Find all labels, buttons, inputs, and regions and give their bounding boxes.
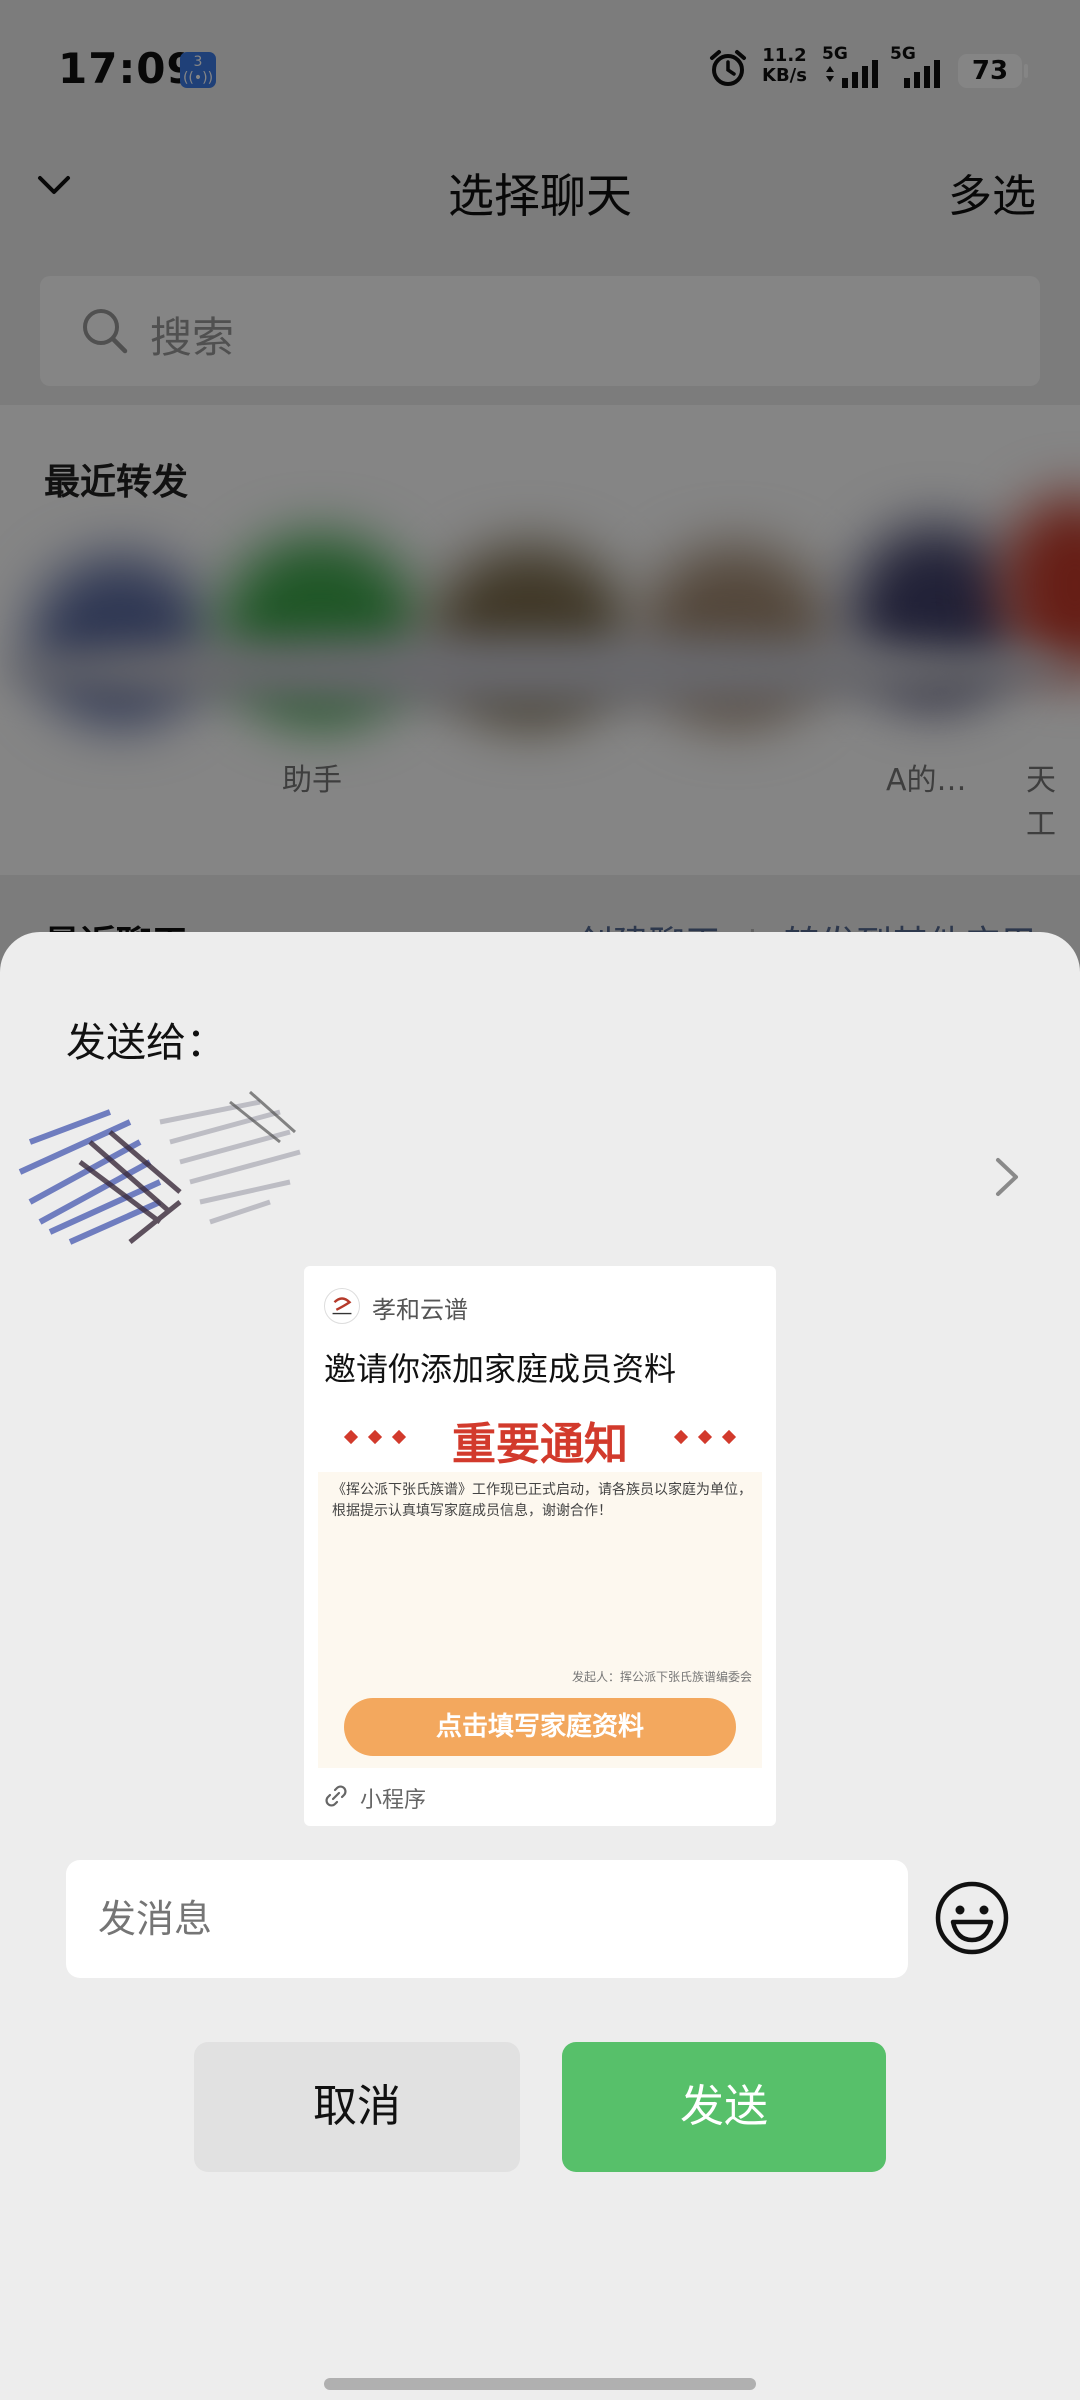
mini-program-name: 孝和云谱 — [372, 1296, 468, 1324]
notice-heading: 重要通知 — [452, 1419, 628, 1470]
send-to-label: 发送给： — [66, 1020, 226, 1066]
recipient-row[interactable] — [0, 1072, 1080, 1272]
chevron-right-icon — [996, 1158, 1018, 1196]
app-logo — [324, 1288, 360, 1324]
send-dialog: 发送给： 孝和云谱 邀请你添加家庭成员资料 重要通知 《挥公派下张氏族谱》工作现… — [0, 932, 1080, 2400]
card-image: 重要通知 《挥公派下张氏族谱》工作现已正式启动，请各族员以家庭为单位，根据提示认… — [318, 1396, 762, 1768]
fill-family-info-button: 点击填写家庭资料 — [344, 1698, 736, 1756]
message-input[interactable] — [66, 1860, 908, 1978]
emoji-icon[interactable] — [934, 1880, 1010, 1956]
cancel-button[interactable]: 取消 — [194, 2042, 520, 2172]
notice-body: 《挥公派下张氏族谱》工作现已正式启动，请各族员以家庭为单位，根据提示认真填写家庭… — [332, 1482, 752, 1519]
send-button[interactable]: 发送 — [562, 2042, 886, 2172]
notice-heading-row: 重要通知 — [318, 1406, 762, 1470]
recipient-avatar — [18, 1090, 301, 1245]
home-indicator[interactable] — [324, 2378, 756, 2390]
notice-sender: 发起人：挥公派下张氏族谱编委会 — [571, 1670, 752, 1684]
mini-program-card: 孝和云谱 邀请你添加家庭成员资料 重要通知 《挥公派下张氏族谱》工作现已正式启动… — [304, 1266, 776, 1826]
card-title: 邀请你添加家庭成员资料 — [324, 1350, 677, 1388]
link-icon — [325, 1785, 347, 1807]
notice-paper: 《挥公派下张氏族谱》工作现已正式启动，请各族员以家庭为单位，根据提示认真填写家庭… — [318, 1472, 762, 1768]
mini-program-label: 小程序 — [360, 1788, 427, 1813]
